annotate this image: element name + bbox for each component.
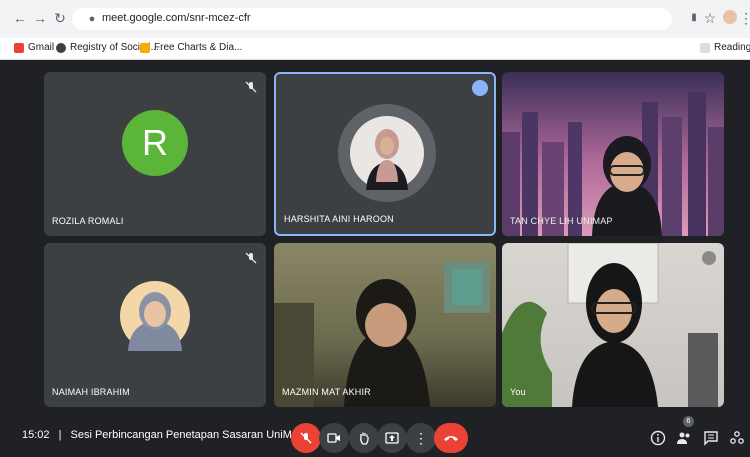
camera-icon (327, 433, 340, 443)
mic-off-icon (245, 81, 257, 93)
reload-icon[interactable]: ↻ (52, 10, 68, 26)
bookmark-label: Gmail (28, 42, 55, 53)
browser-toolbar: ← → ↻ ● meet.google.com/snr-mcez-cfr ▮ ☆… (0, 0, 750, 38)
lock-icon[interactable]: ● (84, 11, 100, 27)
url-text: meet.google.com/snr-mcez-cfr (102, 12, 251, 24)
more-options-button[interactable]: ⋮ (406, 423, 436, 453)
mic-off-icon (300, 432, 312, 444)
participant-tile-self[interactable]: You (502, 243, 724, 407)
participant-count-badge: 6 (683, 416, 694, 427)
bookmark-free-charts[interactable]: Free Charts & Dia... (140, 42, 242, 53)
info-icon[interactable] (650, 430, 666, 446)
present-screen-button[interactable] (377, 423, 407, 453)
forward-icon[interactable]: → (32, 10, 48, 26)
meeting-info: 15:02 | Sesi Perbincangan Penetapan Sasa… (22, 429, 308, 441)
mic-off-icon (245, 252, 257, 264)
speaking-indicator-icon (472, 80, 488, 96)
camera-indicator-icon[interactable]: ▮ (686, 10, 702, 26)
participant-name: MAZMIN MAT AKHIR (282, 387, 371, 397)
options-icon[interactable] (702, 251, 716, 265)
participant-name: TAN CHYE LIH UNIMAP (510, 216, 613, 226)
participant-name: You (510, 387, 526, 397)
video-feed (502, 243, 718, 407)
menu-kebab-icon[interactable]: ⋮ (738, 10, 750, 26)
gmail-icon (14, 42, 24, 53)
people-icon[interactable] (676, 430, 692, 446)
charts-icon (140, 42, 150, 53)
avatar (120, 281, 190, 351)
profile-icon[interactable] (722, 10, 738, 26)
bookmarks-bar: Gmail Registry of Societi... Free Charts… (0, 38, 750, 60)
raise-hand-button[interactable] (349, 423, 379, 453)
participant-tile[interactable]: MAZMIN MAT AKHIR (274, 243, 496, 407)
star-icon[interactable]: ☆ (702, 10, 718, 26)
avatar: R (122, 110, 188, 176)
meeting-controls: 15:02 | Sesi Perbincangan Penetapan Sasa… (0, 413, 750, 457)
meeting-stage: R ROZILA ROMALI HARSHITA AINI HAROON TAN… (0, 61, 750, 413)
video-feed (274, 261, 490, 407)
bookmark-label: Free Charts & Dia... (154, 42, 243, 53)
meeting-time: 15:02 (22, 429, 50, 441)
avatar (350, 116, 424, 190)
hand-icon (360, 432, 369, 445)
participant-name: NAIMAH IBRAHIM (52, 387, 130, 397)
end-call-icon (444, 436, 458, 441)
reading-list-icon (700, 42, 710, 53)
reading-list-label: Reading List (714, 42, 750, 53)
meeting-separator: | (58, 429, 62, 441)
video-feed (502, 92, 724, 236)
participant-tile[interactable]: NAIMAH IBRAHIM (44, 243, 266, 407)
participant-tile[interactable]: R ROZILA ROMALI (44, 72, 266, 236)
chat-icon[interactable] (703, 430, 719, 446)
activities-icon[interactable] (729, 430, 745, 446)
camera-toggle-button[interactable] (319, 423, 349, 453)
participant-name: ROZILA ROMALI (52, 216, 124, 226)
participant-name: HARSHITA AINI HAROON (284, 214, 394, 224)
reading-list[interactable]: Reading List (700, 42, 750, 53)
present-icon (385, 432, 399, 444)
participant-tile-active[interactable]: HARSHITA AINI HAROON (274, 72, 496, 236)
meeting-title: Sesi Perbincangan Penetapan Sasaran UniM… (70, 429, 309, 441)
back-icon[interactable]: ← (12, 10, 28, 26)
participant-tile[interactable]: TAN CHYE LIH UNIMAP (502, 72, 724, 236)
globe-icon (56, 42, 66, 53)
bookmark-gmail[interactable]: Gmail (14, 42, 54, 53)
mic-toggle-button[interactable] (291, 423, 321, 453)
more-vert-icon: ⋮ (414, 430, 428, 446)
leave-call-button[interactable] (434, 423, 468, 453)
